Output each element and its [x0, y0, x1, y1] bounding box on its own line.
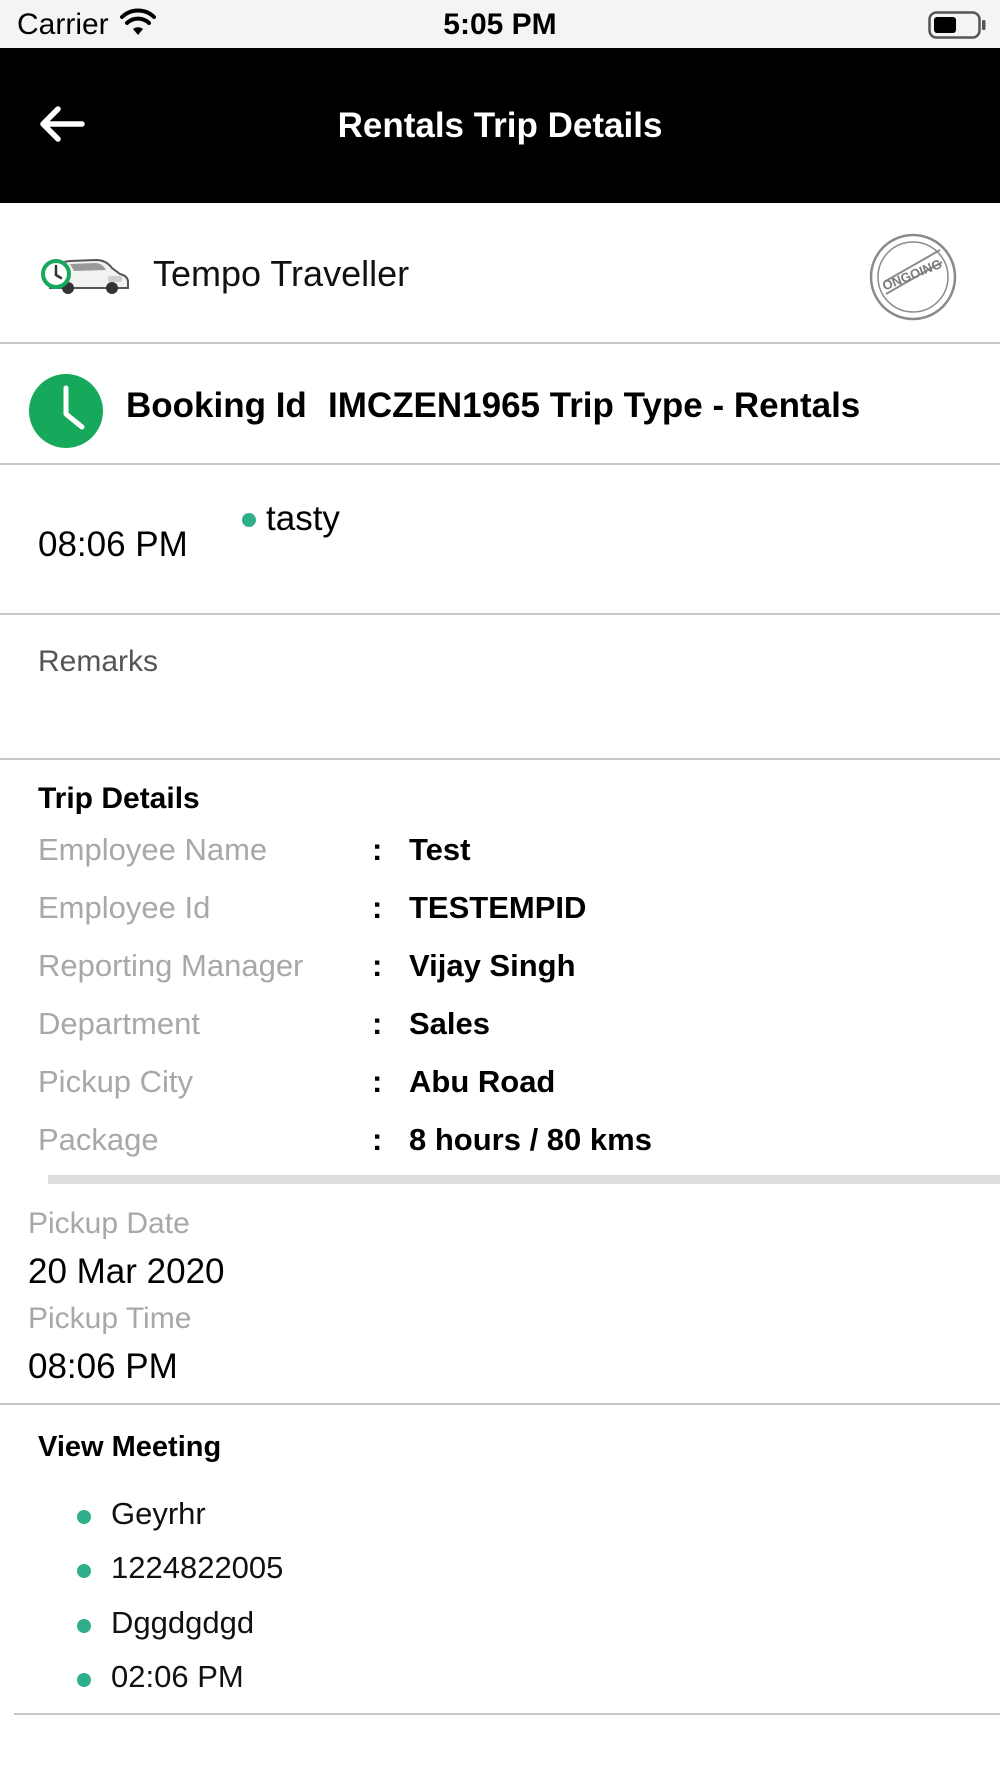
detail-row-package: Package : 8 hours / 80 kms [0, 1122, 1000, 1172]
detail-value: TESTEMPID [409, 890, 587, 925]
detail-label: Reporting Manager [38, 948, 304, 983]
detail-label: Employee Name [38, 832, 268, 867]
detail-label: Pickup City [38, 1064, 194, 1099]
trip-details-section: Trip Details Employee Name : Test Employ… [0, 760, 1000, 1184]
detail-colon: : [372, 1006, 383, 1041]
location-bullet [242, 513, 256, 527]
booking-id-label: Booking Id [126, 386, 307, 425]
view-meeting-section: View Meeting Geyrhr 1224822005 Dggdgdgd … [0, 1407, 1000, 1717]
bullet-dot [77, 1619, 91, 1633]
section-divider [48, 1175, 1000, 1184]
detail-colon: : [372, 1064, 383, 1099]
detail-row-department: Department : Sales [0, 1006, 1000, 1056]
battery-icon [928, 11, 986, 39]
detail-label: Department [38, 1006, 200, 1041]
pickup-date-label: Pickup Date [28, 1207, 190, 1240]
meeting-item-text: Dggdgdgd [111, 1605, 255, 1640]
detail-colon: : [372, 832, 383, 867]
detail-colon: : [372, 948, 383, 983]
pickup-block: Pickup Date 20 Mar 2020 Pickup Time 08:0… [0, 1195, 1000, 1405]
pickup-time-label: Pickup Time [28, 1302, 192, 1335]
remarks-row: Remarks [0, 615, 1000, 760]
meeting-item-text: 1224822005 [111, 1550, 284, 1585]
view-meeting-title[interactable]: View Meeting [38, 1431, 221, 1464]
booking-id-value: IMCZEN1965 Trip Type - Rentals [328, 386, 861, 425]
nav-bar: Rentals Trip Details [0, 48, 1000, 203]
meeting-item: Geyrhr [0, 1496, 1000, 1542]
meeting-item: 02:06 PM [0, 1659, 1000, 1705]
location-name: tasty [266, 499, 340, 538]
detail-colon: : [372, 1122, 383, 1157]
detail-colon: : [372, 890, 383, 925]
bullet-dot [77, 1564, 91, 1578]
section-divider [14, 1713, 1000, 1715]
detail-row-reporting-manager: Reporting Manager : Vijay Singh [0, 948, 1000, 998]
vehicle-row: Tempo Traveller ONGOING [0, 203, 1000, 344]
trip-time-row: 08:06 PM tasty [0, 465, 1000, 615]
detail-row-pickup-city: Pickup City : Abu Road [0, 1064, 1000, 1114]
meeting-item-text: Geyrhr [111, 1496, 206, 1531]
meeting-item: Dggdgdgd [0, 1605, 1000, 1651]
vehicle-name: Tempo Traveller [153, 253, 410, 294]
trip-details-title: Trip Details [38, 782, 200, 815]
car-with-clock-icon [41, 258, 129, 294]
meeting-item-text: 02:06 PM [111, 1659, 244, 1694]
detail-row-employee-name: Employee Name : Test [0, 832, 1000, 882]
stamp-label: ONGOING [880, 256, 944, 293]
clock-icon [29, 374, 103, 448]
status-time: 5:05 PM [443, 8, 557, 41]
detail-value: Sales [409, 1006, 491, 1041]
page-title: Rentals Trip Details [337, 106, 663, 145]
bullet-dot [77, 1510, 91, 1524]
detail-value: Abu Road [409, 1064, 556, 1099]
booking-row: Booking Id IMCZEN1965 Trip Type - Rental… [0, 344, 1000, 465]
pickup-time-value: 08:06 PM [28, 1347, 178, 1386]
ongoing-stamp-icon: ONGOING [869, 233, 957, 321]
detail-label: Employee Id [38, 890, 211, 925]
detail-value: Test [409, 832, 471, 867]
detail-value: Vijay Singh [409, 948, 576, 983]
detail-value: 8 hours / 80 kms [409, 1122, 652, 1157]
remarks-label: Remarks [38, 645, 159, 678]
status-bar: Carrier 5:05 PM [0, 0, 1000, 48]
detail-row-employee-id: Employee Id : TESTEMPID [0, 890, 1000, 940]
meeting-item: 1224822005 [0, 1550, 1000, 1596]
bullet-dot [77, 1673, 91, 1687]
detail-label: Package [38, 1122, 159, 1157]
pickup-date-value: 20 Mar 2020 [28, 1252, 225, 1291]
trip-time: 08:06 PM [38, 525, 188, 564]
